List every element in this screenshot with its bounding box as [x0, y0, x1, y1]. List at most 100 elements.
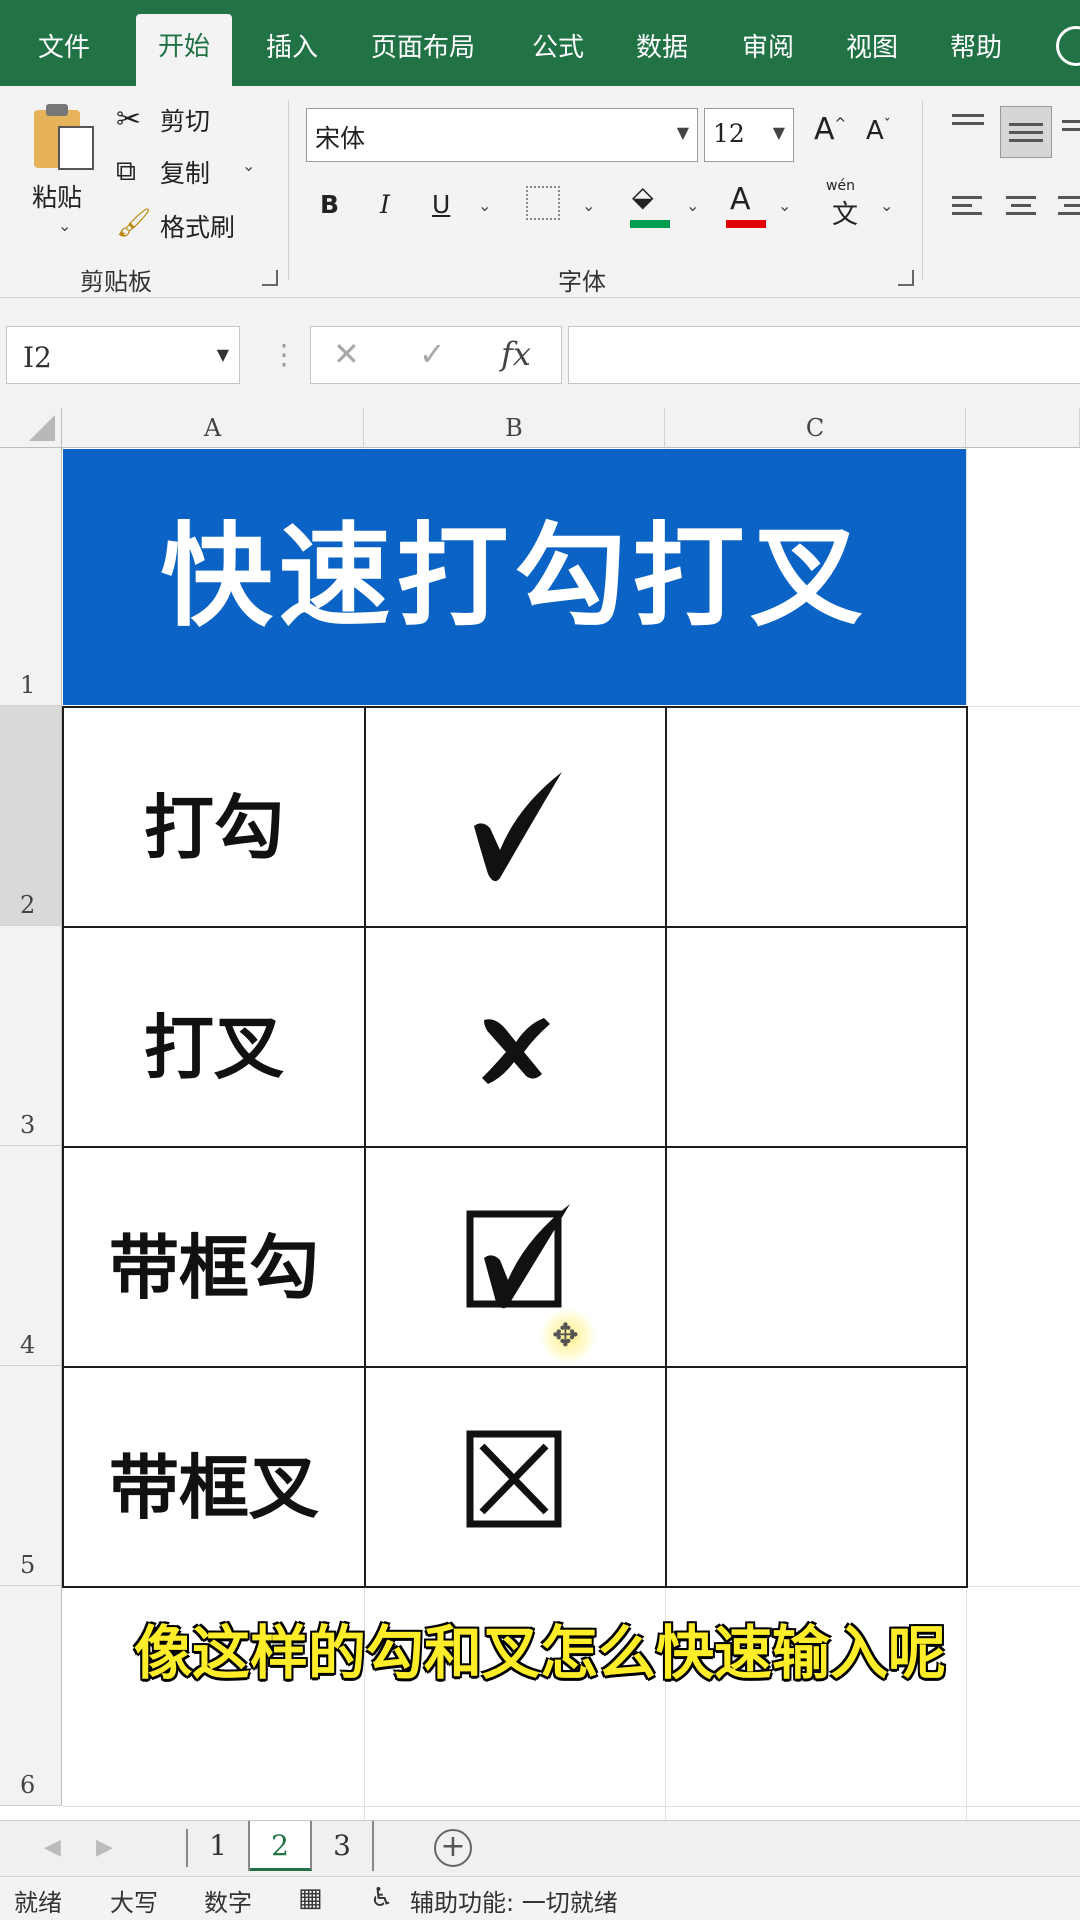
row-header-5[interactable]: 5 [0, 1366, 62, 1586]
sheet-tab-1[interactable]: 1 [188, 1821, 250, 1871]
copy-button[interactable]: 复制 [160, 154, 210, 190]
cut-button[interactable]: 剪切 [160, 102, 210, 138]
align-left-icon[interactable] [952, 194, 986, 224]
chevron-down-icon[interactable]: ⌄ [58, 216, 71, 235]
tab-home[interactable]: 开始 [136, 14, 232, 86]
column-header-a[interactable]: A [62, 408, 364, 448]
scroll-right-icon[interactable]: ▶ [96, 1835, 113, 1860]
italic-button[interactable]: I [380, 190, 390, 219]
tab-file[interactable]: 文件 [0, 0, 128, 86]
align-top-icon[interactable] [950, 108, 986, 142]
cancel-icon[interactable]: ✕ [333, 335, 360, 373]
sheet-tab-bar: ◀ ▶ 1 2 3 + [0, 1820, 1080, 1876]
chevron-down-icon[interactable]: ⌄ [242, 156, 255, 175]
fill-color-swatch [630, 220, 670, 228]
column-header-d[interactable] [966, 408, 1080, 448]
tab-review[interactable]: 审阅 [720, 0, 816, 86]
align-middle-icon[interactable] [1000, 106, 1052, 158]
cell-c5[interactable] [665, 1366, 968, 1588]
cell-a2[interactable]: 打勾 [62, 706, 366, 928]
paste-button[interactable]: 粘贴 [32, 178, 82, 214]
lightbulb-icon[interactable] [1056, 26, 1080, 66]
cell-c3[interactable] [665, 926, 968, 1148]
tab-page-layout[interactable]: 页面布局 [350, 0, 496, 86]
tab-formulas[interactable]: 公式 [510, 0, 606, 86]
status-ready: 就绪 [14, 1889, 62, 1917]
select-all-button[interactable] [0, 408, 62, 448]
dropdown-arrow-icon: ▼ [676, 123, 689, 142]
row-header-4[interactable]: 4 [0, 1146, 62, 1366]
row-label: 打勾 [144, 787, 284, 869]
boxed-check-icon [466, 1204, 570, 1309]
grow-font-button[interactable]: A^ [814, 112, 846, 147]
bold-button[interactable]: B [320, 190, 339, 219]
border-icon[interactable] [526, 186, 560, 220]
status-accessibility[interactable]: 辅助功能: 一切就绪 [410, 1883, 618, 1918]
dropdown-arrow-icon: ▼ [216, 345, 229, 364]
name-box[interactable]: I2 ▼ [6, 326, 240, 384]
cell-a5[interactable]: 带框叉 [62, 1366, 366, 1588]
chevron-down-icon[interactable]: ⌄ [880, 196, 893, 215]
sheet-tab-2[interactable]: 2 [250, 1821, 312, 1871]
cell-b5[interactable] [364, 1366, 667, 1588]
tab-help[interactable]: 帮助 [928, 0, 1024, 86]
cell-cursor-icon: ✥ [552, 1316, 579, 1354]
chevron-down-icon[interactable]: ⌄ [582, 196, 595, 215]
scroll-left-icon[interactable]: ◀ [44, 1835, 61, 1860]
title-cell[interactable]: 快速打勾打叉 [63, 449, 966, 705]
font-group-label: 字体 [558, 268, 606, 296]
cell-b4[interactable] [364, 1146, 667, 1368]
underline-button[interactable]: U [432, 190, 450, 219]
phonetic-guide-button[interactable]: 文 [832, 194, 858, 231]
dropdown-arrow-icon: ▼ [772, 123, 785, 142]
row-label: 打叉 [144, 1007, 284, 1089]
tab-insert[interactable]: 插入 [244, 0, 340, 86]
font-name-select[interactable]: 宋体 ▼ [306, 108, 698, 162]
dialog-launcher-icon[interactable] [262, 270, 278, 286]
brush-icon[interactable]: 🖌 [116, 206, 152, 239]
status-num: 数字 [204, 1889, 252, 1917]
font-color-icon[interactable]: A [730, 182, 751, 217]
shrink-font-button[interactable]: Aˇ [866, 116, 891, 146]
cell-b3[interactable] [364, 926, 667, 1148]
formula-buttons: ✕ ✓ fx [310, 326, 562, 384]
tab-data[interactable]: 数据 [614, 0, 710, 86]
row-header-3[interactable]: 3 [0, 926, 62, 1146]
column-header-b[interactable]: B [364, 408, 665, 448]
cell-b2[interactable] [364, 706, 667, 928]
tab-view[interactable]: 视图 [824, 0, 920, 86]
group-separator [288, 100, 289, 280]
format-painter-button[interactable]: 格式刷 [160, 208, 235, 244]
sheet-tab-3[interactable]: 3 [312, 1821, 374, 1871]
cell-c2[interactable] [665, 706, 968, 928]
add-sheet-button[interactable]: + [434, 1829, 472, 1867]
font-size-select[interactable]: 12 ▼ [704, 108, 794, 162]
row-header-2[interactable]: 2 [0, 706, 62, 926]
column-header-c[interactable]: C [665, 408, 966, 448]
cross-icon [482, 1018, 550, 1084]
scissors-icon[interactable]: ✂ [116, 102, 141, 137]
formula-input[interactable] [568, 326, 1080, 384]
more-options-icon[interactable]: ⋮ [270, 338, 298, 371]
cell-a4[interactable]: 带框勾 [62, 1146, 366, 1368]
fill-color-icon[interactable]: ⬙ [632, 180, 654, 213]
paste-icon[interactable] [34, 104, 96, 170]
boxed-cross-icon [466, 1430, 562, 1528]
row-label: 带框勾 [109, 1227, 319, 1309]
copy-icon[interactable]: ⧉ [116, 154, 136, 188]
dialog-launcher-icon[interactable] [898, 270, 914, 286]
calculator-icon[interactable]: ▦ [298, 1883, 323, 1913]
align-bottom-icon[interactable] [1060, 108, 1080, 142]
chevron-down-icon[interactable]: ⌄ [778, 196, 791, 215]
cell-c4[interactable] [665, 1146, 968, 1368]
align-center-icon[interactable] [1006, 194, 1040, 224]
chevron-down-icon[interactable]: ⌄ [478, 196, 491, 215]
enter-icon[interactable]: ✓ [419, 335, 446, 373]
chevron-down-icon[interactable]: ⌄ [686, 196, 699, 215]
insert-function-icon[interactable]: fx [501, 335, 531, 373]
align-right-icon[interactable] [1058, 194, 1080, 224]
accessibility-icon[interactable]: ♿ [370, 1883, 393, 1913]
row-label: 带框叉 [109, 1447, 319, 1529]
cell-a3[interactable]: 打叉 [62, 926, 366, 1148]
row-header-1[interactable]: 1 [0, 448, 62, 706]
